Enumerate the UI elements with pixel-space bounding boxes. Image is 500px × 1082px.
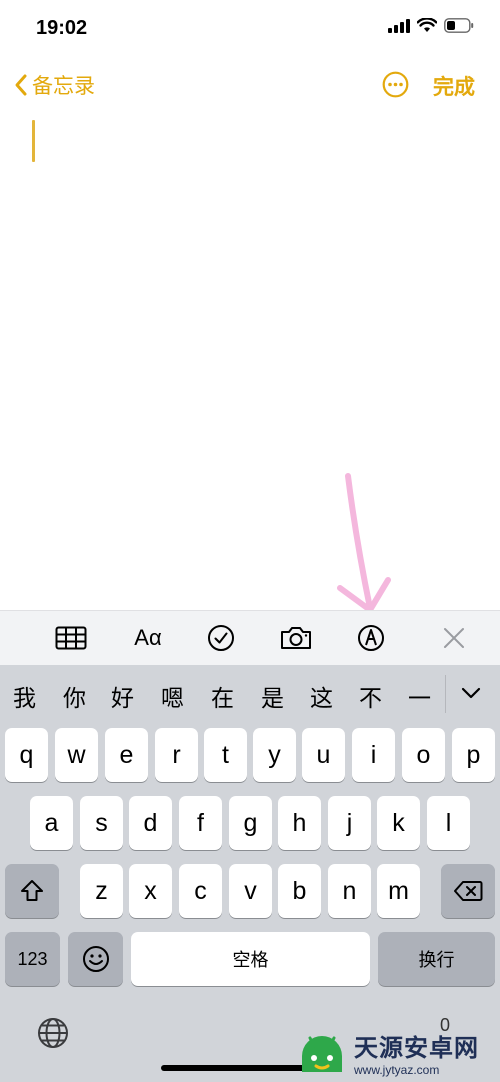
formatting-toolbar: Aα: [0, 610, 500, 665]
nav-bar: 备忘录 完成: [0, 62, 500, 106]
key-e[interactable]: e: [105, 728, 148, 782]
return-key[interactable]: 换行: [378, 932, 495, 986]
chevron-left-icon: [15, 74, 27, 96]
checklist-icon: [208, 625, 234, 651]
text-cursor: [32, 120, 35, 162]
watermark-logo-icon: [302, 1036, 342, 1072]
chevron-down-icon[interactable]: [459, 681, 483, 705]
candidate-item[interactable]: 嗯: [161, 679, 184, 713]
key-t[interactable]: t: [204, 728, 247, 782]
table-button[interactable]: [53, 622, 89, 654]
candidate-item[interactable]: 这: [310, 679, 333, 713]
key-h[interactable]: h: [278, 796, 321, 850]
space-key[interactable]: 空格: [131, 932, 370, 986]
wifi-icon: [417, 18, 437, 32]
table-icon: [55, 626, 87, 650]
camera-button[interactable]: [278, 622, 314, 654]
text-format-button[interactable]: Aα: [128, 622, 168, 654]
battery-icon: [444, 18, 474, 33]
annotation-arrow-icon: [337, 473, 391, 613]
watermark-name: 天源安卓网: [354, 1033, 479, 1062]
shift-key[interactable]: [5, 864, 59, 918]
candidate-item[interactable]: 好: [111, 679, 134, 713]
numbers-key[interactable]: 123: [5, 932, 60, 986]
key-p[interactable]: p: [452, 728, 495, 782]
key-w[interactable]: w: [55, 728, 98, 782]
key-f[interactable]: f: [179, 796, 222, 850]
key-y[interactable]: y: [253, 728, 296, 782]
text-format-icon: Aα: [134, 625, 162, 650]
key-x[interactable]: x: [129, 864, 172, 918]
key-q[interactable]: q: [5, 728, 48, 782]
status-icons: [388, 18, 474, 33]
candidate-item[interactable]: 你: [63, 679, 86, 713]
candidate-item[interactable]: 不: [359, 679, 382, 713]
key-j[interactable]: j: [328, 796, 371, 850]
candidate-bar: 我 你 好 嗯 在 是 这 不 一: [0, 665, 500, 723]
candidate-item[interactable]: 我: [13, 679, 36, 713]
emoji-icon: [82, 946, 109, 972]
back-button[interactable]: 备忘录: [14, 70, 95, 100]
key-c[interactable]: c: [179, 864, 222, 918]
key-g[interactable]: g: [229, 796, 272, 850]
keyboard: 我 你 好 嗯 在 是 这 不 一 q w e r t y u i o p a …: [0, 665, 500, 1082]
key-v[interactable]: v: [229, 864, 272, 918]
markup-button[interactable]: [353, 622, 389, 654]
key-n[interactable]: n: [328, 864, 371, 918]
key-o[interactable]: o: [402, 728, 445, 782]
key-r[interactable]: r: [155, 728, 198, 782]
key-z[interactable]: z: [80, 864, 123, 918]
key-m[interactable]: m: [377, 864, 420, 918]
backspace-icon: [454, 881, 483, 901]
candidate-item[interactable]: 在: [211, 679, 234, 713]
back-label: 备忘录: [32, 74, 95, 98]
close-icon: [444, 628, 464, 648]
key-i[interactable]: i: [352, 728, 395, 782]
delete-key[interactable]: [441, 864, 495, 918]
cellular-signal-icon: [388, 18, 410, 33]
watermark: 天源安卓网 www.jytyaz.com: [296, 1022, 500, 1082]
camera-icon: [281, 627, 311, 649]
key-b[interactable]: b: [278, 864, 321, 918]
more-options-icon[interactable]: [382, 71, 409, 98]
key-a[interactable]: a: [30, 796, 73, 850]
status-bar: 19:02: [0, 0, 500, 58]
done-button[interactable]: 完成: [433, 71, 475, 101]
emoji-key[interactable]: [68, 932, 123, 986]
candidate-item[interactable]: 是: [261, 679, 284, 713]
watermark-url: www.jytyaz.com: [354, 1062, 440, 1077]
shift-icon: [21, 880, 43, 901]
markup-icon: [358, 625, 384, 651]
key-s[interactable]: s: [80, 796, 123, 850]
close-toolbar-button[interactable]: [436, 622, 472, 654]
candidate-item[interactable]: 一: [408, 679, 431, 713]
note-editor[interactable]: [0, 108, 500, 610]
globe-icon[interactable]: [37, 1017, 69, 1049]
checklist-button[interactable]: [203, 622, 239, 654]
key-u[interactable]: u: [302, 728, 345, 782]
key-d[interactable]: d: [129, 796, 172, 850]
key-l[interactable]: l: [427, 796, 470, 850]
key-k[interactable]: k: [377, 796, 420, 850]
candidate-divider: [445, 675, 446, 713]
status-time: 19:02: [36, 17, 88, 39]
